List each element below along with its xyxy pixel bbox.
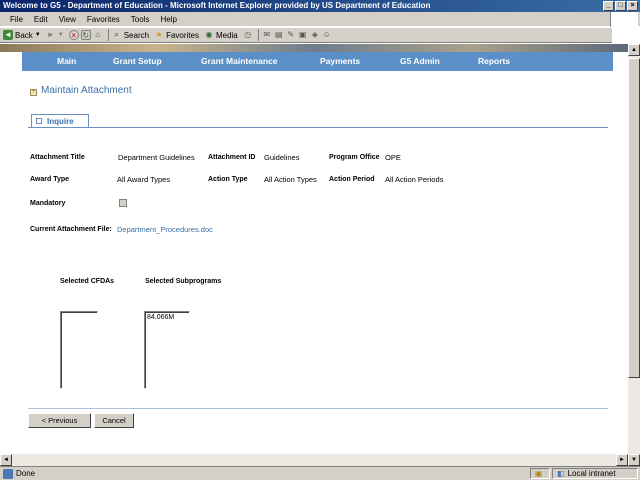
discuss-icon[interactable]: ▣	[298, 30, 308, 40]
home-icon[interactable]: ⌂	[93, 30, 103, 40]
list-item[interactable]: 84.066M	[145, 312, 189, 323]
forward-dropdown-icon[interactable]: ▼	[58, 32, 64, 38]
nav-main[interactable]: Main	[57, 56, 76, 66]
cancel-button[interactable]: Cancel	[94, 413, 134, 428]
back-label: Back	[15, 30, 33, 40]
history-icon[interactable]: ◷	[243, 30, 253, 40]
search-icon: ⌕	[114, 30, 119, 39]
forward-arrow-icon: ►	[46, 30, 55, 39]
back-button[interactable]: ◄ Back ▼	[3, 30, 41, 40]
nav-payments[interactable]: Payments	[320, 56, 360, 66]
page-title: + Maintain Attachment	[30, 85, 132, 96]
nav-grant-maintenance[interactable]: Grant Maintenance	[201, 56, 278, 66]
close-button[interactable]: ×	[627, 1, 638, 11]
horizontal-scrollbar[interactable]: ◄ ►	[0, 454, 628, 466]
zone-pane: ◧ Local intranet	[552, 468, 638, 479]
toolbar-separator	[107, 29, 109, 41]
search-label: Search	[123, 30, 150, 40]
current-attachment-file-link[interactable]: Department_Procedures.doc	[117, 225, 213, 234]
back-arrow-icon: ◄	[3, 30, 13, 40]
previous-button[interactable]: < Previous	[28, 413, 91, 428]
browser-toolbar: ◄ Back ▼ ► ▼ × ↻ ⌂ ⌕ Search ★ Favorites …	[0, 27, 612, 43]
menu-favorites[interactable]: Favorites	[87, 15, 120, 24]
attachment-id-label: Attachment ID	[208, 154, 256, 161]
forward-button[interactable]: ► ▼	[46, 30, 64, 40]
mandatory-label: Mandatory	[30, 200, 66, 207]
status-bar: Done ▣ ◧ Local intranet	[0, 466, 640, 480]
toolbar-separator	[257, 29, 259, 41]
scroll-down-icon[interactable]: ▼	[628, 454, 640, 466]
main-nav-bar: Main Grant Setup Grant Maintenance Payme…	[22, 52, 613, 71]
tab-divider	[28, 127, 608, 128]
attachment-title-label: Attachment Title	[30, 154, 85, 161]
nav-grant-setup[interactable]: Grant Setup	[113, 56, 162, 66]
program-office-label: Program Office	[329, 154, 380, 161]
selected-subprograms-label: Selected Subprograms	[145, 278, 222, 285]
stop-icon[interactable]: ×	[68, 30, 79, 40]
media-button[interactable]: ◉ Media	[204, 30, 238, 40]
selected-cfdas-listbox[interactable]	[60, 311, 98, 389]
attachment-id-value: Guidelines	[264, 153, 300, 162]
scroll-right-icon[interactable]: ►	[616, 454, 628, 466]
form-divider	[28, 408, 608, 409]
action-period-value: All Action Periods	[385, 175, 444, 184]
windows-logo-icon	[610, 12, 638, 42]
menu-edit[interactable]: Edit	[34, 15, 48, 24]
scroll-up-icon[interactable]: ▲	[628, 44, 640, 56]
tab-inquire[interactable]: Inquire	[31, 114, 89, 128]
messenger-icon[interactable]: ☺	[322, 30, 332, 40]
window-title: Welcome to G5 - Department of Education …	[3, 1, 431, 10]
research-icon[interactable]: ◈	[310, 30, 320, 40]
attachment-title-value: Department Guidelines	[118, 153, 195, 162]
nav-reports[interactable]: Reports	[478, 56, 510, 66]
maximize-button[interactable]: □	[615, 1, 626, 11]
media-icon: ◉	[205, 30, 213, 39]
scroll-left-icon[interactable]: ◄	[0, 454, 12, 466]
program-office-value: OPE	[385, 153, 401, 162]
nav-g5-admin[interactable]: G5 Admin	[400, 56, 440, 66]
action-period-label: Action Period	[329, 176, 375, 183]
section-bullet-icon: +	[30, 89, 37, 96]
tab-box-icon	[36, 118, 42, 124]
minimize-button[interactable]: _	[603, 1, 614, 11]
menu-file[interactable]: File	[10, 15, 23, 24]
favorites-button[interactable]: ★ Favorites	[154, 30, 199, 40]
mandatory-checkbox[interactable]	[119, 199, 127, 207]
menu-tools[interactable]: Tools	[131, 15, 150, 24]
menu-bar: File Edit View Favorites Tools Help	[0, 12, 640, 26]
lock-icon: ▣	[535, 469, 543, 478]
intranet-icon: ◧	[557, 469, 565, 478]
award-type-label: Award Type	[30, 176, 70, 183]
page-title-text: Maintain Attachment	[41, 85, 132, 96]
favorites-star-icon: ★	[155, 30, 163, 39]
tab-inquire-label: Inquire	[47, 117, 74, 126]
favorites-label: Favorites	[166, 30, 199, 40]
page-content: Main Grant Setup Grant Maintenance Payme…	[0, 44, 628, 466]
vertical-scrollbar[interactable]: ▲ ▼	[628, 44, 640, 466]
lock-pane: ▣	[530, 468, 550, 479]
menu-view[interactable]: View	[59, 15, 76, 24]
current-attachment-file-label: Current Attachment File:	[30, 226, 112, 233]
action-type-value: All Action Types	[264, 175, 317, 184]
print-icon[interactable]: ▤	[274, 30, 284, 40]
menu-help[interactable]: Help	[160, 15, 176, 24]
header-banner-image	[0, 44, 628, 52]
refresh-icon[interactable]: ↻	[80, 30, 91, 40]
selected-subprograms-listbox[interactable]: 84.066M	[144, 311, 190, 389]
award-type-value: All Award Types	[117, 175, 171, 184]
action-type-label: Action Type	[208, 176, 248, 183]
edit-icon[interactable]: ✎	[286, 30, 296, 40]
selected-cfdas-label: Selected CFDAs	[60, 278, 115, 285]
back-dropdown-icon[interactable]: ▼	[35, 32, 41, 38]
page-done-icon	[3, 468, 13, 479]
scroll-thumb[interactable]	[628, 58, 640, 378]
search-button[interactable]: ⌕ Search	[112, 30, 149, 40]
media-label: Media	[215, 30, 238, 40]
mail-icon[interactable]: ✉	[262, 30, 272, 40]
zone-text: Local intranet	[567, 469, 616, 478]
window-title-bar: Welcome to G5 - Department of Education …	[0, 0, 640, 12]
status-text: Done	[16, 469, 36, 478]
